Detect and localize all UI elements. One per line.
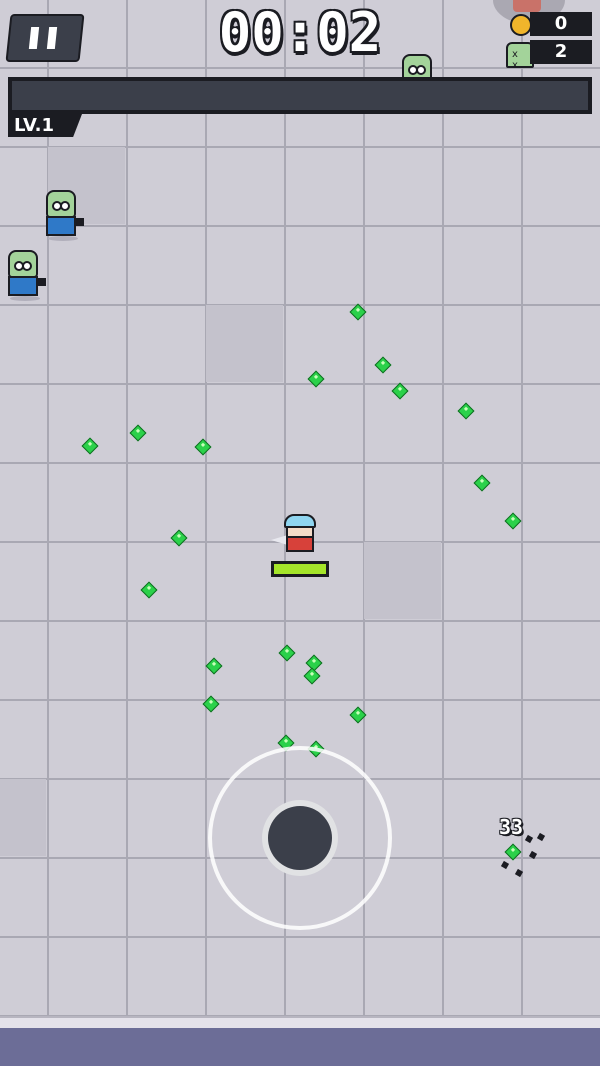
- coin-icon: [510, 14, 532, 36]
- xp-gem: [473, 474, 491, 492]
- xp-gem: [307, 370, 325, 388]
- xp-gem: [202, 695, 220, 713]
- xp-gem: [349, 706, 367, 724]
- xp-gem: [374, 356, 392, 374]
- level-label: LV.1: [8, 114, 82, 137]
- floor-tile-dark: [364, 542, 441, 619]
- xp-gem: [140, 581, 158, 599]
- zombie-enemy: [4, 250, 46, 302]
- xp-gem: [81, 437, 99, 455]
- xp-gem: [129, 424, 147, 442]
- xp-gem: [504, 843, 522, 861]
- xp-bar: [8, 77, 592, 114]
- xp-gem: [349, 303, 367, 321]
- damage-number: 33: [499, 815, 524, 839]
- xp-gem: [504, 512, 522, 530]
- kill-counter: 2: [530, 40, 592, 64]
- floor-tile-dark: [0, 779, 46, 856]
- zombie-enemy: [42, 190, 84, 242]
- joystick-knob[interactable]: [262, 800, 338, 876]
- xp-gem: [303, 667, 321, 685]
- xp-gem: [278, 644, 296, 662]
- player-character: [271, 512, 325, 556]
- xp-gem: [457, 402, 475, 420]
- xp-gem: [391, 382, 409, 400]
- xp-gem: [170, 529, 188, 547]
- arena-wall: [0, 1028, 600, 1066]
- coin-counter: 0: [530, 12, 592, 36]
- floor-tile-dark: [206, 305, 283, 382]
- player-health-bar: [271, 561, 329, 577]
- xp-gem: [194, 438, 212, 456]
- player-health-fill: [274, 564, 326, 574]
- xp-gem: [205, 657, 223, 675]
